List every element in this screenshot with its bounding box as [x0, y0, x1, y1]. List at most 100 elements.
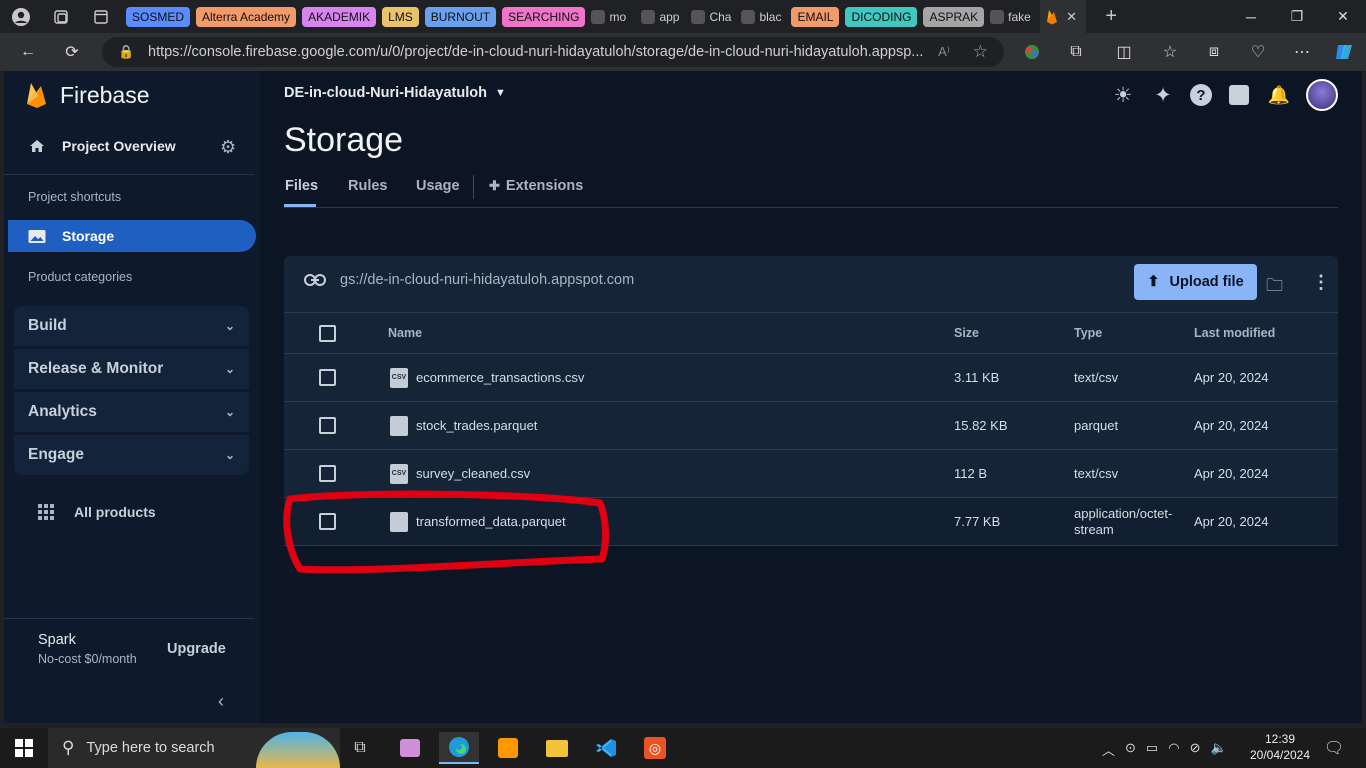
sidebar-category-release-monitor[interactable]: Release & Monitor ⌄ — [14, 349, 249, 389]
sidebar-category-analytics[interactable]: Analytics ⌄ — [14, 392, 249, 432]
file-name-cell[interactable]: stock_trades.parquet — [390, 402, 537, 449]
project-selector[interactable]: DE-in-cloud-Nuri-Hidayatuloh ▼ — [284, 85, 506, 101]
settings-gear-icon[interactable]: ⚙ — [220, 137, 236, 158]
column-size[interactable]: Size — [954, 313, 979, 353]
tab-group-akademik[interactable]: AKADEMIK — [302, 6, 377, 27]
tab-group-email[interactable]: EMAIL — [791, 6, 840, 27]
account-avatar[interactable] — [1306, 79, 1338, 111]
select-all-checkbox[interactable] — [319, 324, 336, 342]
column-name[interactable]: Name — [388, 313, 422, 353]
favorites-icon[interactable]: ☆ — [1156, 39, 1184, 65]
tab-files[interactable]: Files — [285, 178, 318, 194]
upload-file-button[interactable]: ⬆ Upload file — [1134, 264, 1257, 300]
browser-tab[interactable]: app — [641, 9, 687, 24]
row-checkbox[interactable] — [319, 465, 336, 482]
browser-tab[interactable]: blac — [741, 9, 787, 24]
network-off-icon[interactable]: ⊘ — [1190, 740, 1201, 759]
close-tab-icon[interactable]: ✕ — [1066, 9, 1077, 25]
firebase-logo[interactable]: Firebase — [26, 81, 149, 109]
restore-icon[interactable]: ❐ — [1274, 0, 1320, 33]
tab-group-alterra-academy[interactable]: Alterra Academy — [196, 6, 297, 27]
widgets-app-icon[interactable] — [390, 732, 430, 764]
table-header: Name Size Type Last modified — [284, 312, 1338, 354]
file-name-cell[interactable]: CSV ecommerce_transactions.csv — [390, 354, 584, 401]
battery-icon[interactable]: ▭ — [1146, 740, 1158, 759]
ubuntu-icon[interactable]: ◎ — [635, 732, 675, 764]
browser-tab[interactable]: Cha — [691, 9, 737, 24]
back-icon[interactable]: ← — [14, 39, 42, 65]
file-explorer-icon[interactable] — [537, 732, 577, 764]
chevron-down-icon: ⌄ — [224, 405, 235, 419]
task-view-icon[interactable]: ⧉ — [340, 732, 380, 764]
profile-icon[interactable] — [10, 6, 32, 28]
table-row[interactable]: stock_trades.parquet 15.82 KB parquet Apr 2… — [284, 402, 1338, 450]
sidebar-category-engage[interactable]: Engage ⌄ — [14, 435, 249, 475]
copilot-icon[interactable] — [1330, 39, 1358, 65]
favorite-star-icon[interactable]: ☆ — [973, 42, 988, 62]
tab-group-dicoding[interactable]: DICODING — [845, 6, 918, 27]
help-icon[interactable]: ? — [1190, 84, 1212, 106]
project-overview-link[interactable]: Project Overview — [28, 137, 176, 155]
taskbar-search-box[interactable]: ⚲ Type here to search — [48, 728, 340, 768]
windows-start-icon[interactable] — [4, 732, 44, 764]
active-tab[interactable]: ✕ — [1040, 0, 1087, 33]
collapse-chevron-icon[interactable]: ‹ — [218, 691, 224, 712]
browser-tab[interactable]: fake — [990, 9, 1036, 24]
file-size: 3.11 KB — [954, 370, 1000, 385]
workspaces-icon[interactable] — [50, 6, 72, 28]
table-row[interactable]: CSV ecommerce_transactions.csv 3.11 KB text… — [284, 354, 1338, 402]
dropdown-caret-icon: ▼ — [495, 87, 506, 99]
extension-colorful-icon[interactable] — [1018, 39, 1046, 65]
browser-tab[interactable]: mo — [591, 9, 637, 24]
row-checkbox[interactable] — [319, 369, 336, 386]
column-last-modified[interactable]: Last modified — [1194, 313, 1275, 353]
volume-icon[interactable]: 🔈 — [1210, 740, 1226, 759]
wifi-icon[interactable]: ◠ — [1168, 740, 1179, 759]
new-tab-icon[interactable]: + — [1100, 5, 1122, 28]
window-close-icon[interactable]: ✕ — [1320, 0, 1366, 33]
vscode-icon[interactable] — [586, 732, 626, 764]
upgrade-button[interactable]: Upgrade — [167, 641, 226, 657]
url-field[interactable]: 🔒 https://console.firebase.google.com/u/… — [102, 37, 1004, 67]
extensions-icon[interactable]: ⧉ — [1062, 39, 1090, 65]
clock-date: 20/04/2024 — [1249, 748, 1311, 762]
split-screen-icon[interactable]: ◫ — [1110, 39, 1138, 65]
tab-group-asprak[interactable]: ASPRAK — [923, 6, 985, 27]
release-notes-icon[interactable] — [1229, 85, 1249, 105]
new-folder-icon[interactable]: 🗀 — [1266, 273, 1290, 295]
notifications-center-icon[interactable]: 🗨 — [1314, 732, 1354, 764]
collections-icon[interactable]: ⧈ — [1200, 39, 1228, 65]
tab-actions-icon[interactable] — [90, 6, 112, 28]
column-type[interactable]: Type — [1074, 313, 1102, 353]
tab-group-sosmed[interactable]: SOSMED — [126, 6, 191, 27]
tab-group-searching[interactable]: SEARCHING — [502, 6, 586, 27]
gemini-spark-icon[interactable]: ✦ — [1150, 83, 1176, 108]
file-type-cont: stream — [1074, 521, 1114, 537]
notifications-bell-icon[interactable]: 🔔 — [1266, 85, 1292, 106]
read-aloud-icon[interactable]: A⁾ — [938, 44, 950, 60]
theme-sun-icon[interactable]: ☀ — [1110, 83, 1136, 108]
tab-group-lms[interactable]: LMS — [382, 6, 419, 27]
all-products-link[interactable]: All products — [38, 504, 156, 520]
tab-favicon-icon — [641, 9, 656, 24]
sidebar-item-storage[interactable]: Storage — [8, 220, 256, 252]
performance-icon[interactable]: ♡ — [1244, 39, 1272, 65]
tab-usage[interactable]: Usage — [416, 178, 460, 194]
show-hidden-icons-icon[interactable]: ︿ — [1102, 740, 1115, 759]
tab-group-burnout[interactable]: BURNOUT — [424, 6, 497, 27]
bucket-url[interactable]: gs://de-in-cloud-nuri-hidayatuloh.appspo… — [340, 272, 634, 288]
sidebar-category-build[interactable]: Build ⌄ — [14, 306, 249, 346]
sublime-text-icon[interactable] — [488, 732, 528, 764]
row-checkbox[interactable] — [319, 417, 336, 434]
extensions-puzzle-icon: ✚ — [489, 178, 500, 193]
tab-rules[interactable]: Rules — [348, 178, 388, 194]
refresh-icon[interactable]: ⟳ — [58, 39, 86, 65]
edge-browser-icon[interactable] — [439, 732, 479, 764]
row-checkbox-cell — [319, 354, 336, 401]
tab-extensions[interactable]: ✚ Extensions — [489, 178, 583, 194]
more-options-icon[interactable]: ⋯ — [1288, 39, 1316, 65]
meet-now-icon[interactable]: ⊙ — [1125, 740, 1136, 759]
minimize-icon[interactable]: ─ — [1228, 0, 1274, 33]
clock[interactable]: 12:39 20/04/2024 — [1248, 731, 1312, 763]
more-vert-icon[interactable]: ⋮ — [1312, 272, 1330, 293]
